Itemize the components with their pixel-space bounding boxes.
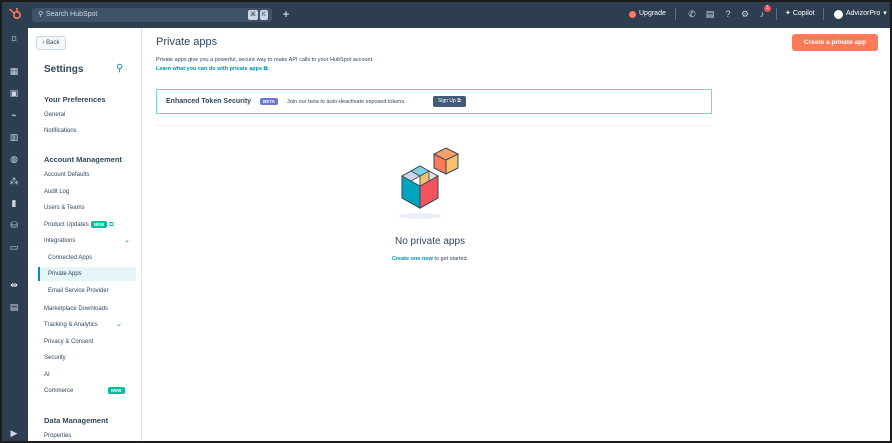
create-private-app-button[interactable]: Create a private app: [792, 34, 878, 51]
reports-icon[interactable]: ▮: [7, 196, 21, 210]
global-search-input[interactable]: ⚲ Search HubSpot ⌘ K: [32, 8, 272, 22]
empty-state-illustration: [398, 147, 459, 219]
learn-more-text: Learn what you can do with private apps: [156, 66, 263, 72]
apps-icon[interactable]: ▤: [7, 300, 21, 314]
settings-title: Settings: [44, 64, 84, 75]
help-icon[interactable]: ?: [721, 7, 735, 21]
top-navigation-bar: ⚲ Search HubSpot ⌘ K + Upgrade ✆ ▤ ? ⚙ ♪…: [0, 0, 892, 28]
new-badge: NEW: [108, 387, 125, 394]
marketplace-icon[interactable]: ▤: [703, 7, 717, 21]
banner-text: Join our beta to auto-deactivate exposed…: [287, 99, 406, 105]
external-link-icon: ⧉: [109, 222, 114, 228]
sidebar-item-product-updates[interactable]: Product Updates NEW ⧉: [44, 218, 136, 232]
data-icon[interactable]: ⛁: [7, 218, 21, 232]
main-nav-rail: ⌑ ▦ ▣ ⌁ ▥ ◍ ⁂ ▮ ⛁ ▭ ⇹ ▤ ▶: [0, 28, 28, 443]
search-shortcut: ⌘ K: [247, 10, 268, 20]
create-plus-button[interactable]: +: [279, 7, 293, 21]
account-name: AdvizorPro: [846, 10, 881, 17]
sidebar-item-private-apps[interactable]: Private Apps: [38, 267, 136, 281]
sidebar-item-privacy-consent[interactable]: Privacy & Consent: [44, 335, 136, 349]
upgrade-button[interactable]: Upgrade: [629, 8, 666, 20]
k-key: K: [259, 10, 268, 20]
grid-icon[interactable]: ▦: [7, 64, 21, 78]
sidebar-item-integrations[interactable]: Integrations ⌄: [44, 234, 136, 248]
product-updates-label: Product Updates: [44, 222, 89, 228]
bookmark-icon[interactable]: ⌑: [7, 32, 21, 46]
divider: [675, 8, 676, 20]
commerce-label: Commerce: [44, 388, 74, 394]
search-icon[interactable]: ⚲: [116, 63, 123, 74]
token-security-banner: Enhanced Token Security BETA Join our be…: [156, 89, 712, 114]
automation-icon[interactable]: ⁂: [7, 174, 21, 188]
service-icon[interactable]: ◍: [7, 152, 21, 166]
sidebar-item-ai[interactable]: AI: [44, 368, 136, 382]
sidebar-item-security[interactable]: Security: [44, 351, 136, 365]
sidebar-item-account-defaults[interactable]: Account Defaults: [44, 168, 136, 182]
collapse-icon[interactable]: ▶: [7, 426, 21, 440]
search-placeholder: Search HubSpot: [46, 11, 98, 18]
chevron-down-icon: ⌄: [124, 237, 130, 244]
main-content: Private apps Create a private app Privat…: [142, 28, 892, 443]
content-icon[interactable]: ▥: [7, 130, 21, 144]
settings-gear-icon[interactable]: ⚙: [738, 7, 752, 21]
sidebar-item-audit-log[interactable]: Audit Log: [44, 185, 136, 199]
empty-suffix: to get started.: [432, 256, 469, 262]
expand-icon[interactable]: ⇹: [7, 278, 21, 292]
sidebar-item-users-teams[interactable]: Users & Teams: [44, 201, 136, 215]
notification-count-badge: 1: [764, 5, 771, 12]
section-data-management: Data Management: [44, 416, 109, 425]
sidebar-item-email-service-provider[interactable]: Email Service Provider: [48, 284, 136, 298]
avatar: [834, 9, 843, 19]
empty-state-subtitle: Create one now to get started.: [142, 256, 718, 262]
tracking-label: Tracking & Analytics: [44, 322, 98, 328]
copilot-label: Copilot: [792, 10, 815, 17]
sidebar-item-commerce[interactable]: Commerce NEW: [44, 384, 136, 398]
sign-up-button[interactable]: Sign Up ⧉: [433, 96, 466, 107]
sidebar-item-general[interactable]: General: [44, 108, 136, 122]
library-icon[interactable]: ▭: [7, 240, 21, 254]
chevron-down-icon: ⌄: [116, 321, 122, 328]
contacts-icon[interactable]: ▣: [7, 86, 21, 100]
chevron-down-icon: ▾: [883, 10, 887, 17]
divider: [776, 8, 777, 20]
beta-badge: BETA: [260, 98, 278, 105]
external-link-icon: ⧉: [457, 98, 461, 104]
create-one-now-link[interactable]: Create one now: [392, 256, 433, 262]
cmd-key: ⌘: [247, 10, 258, 20]
upgrade-label: Upgrade: [639, 10, 666, 17]
copilot-button[interactable]: ✦ Copilot: [785, 8, 815, 20]
upgrade-icon: [629, 10, 636, 18]
section-account-management: Account Management: [44, 155, 122, 164]
sidebar-item-connected-apps[interactable]: Connected Apps: [48, 251, 136, 265]
learn-suffix: .: [267, 66, 270, 72]
divider: [823, 8, 824, 20]
empty-state-title: No private apps: [394, 236, 466, 247]
sign-up-label: Sign Up: [438, 98, 456, 104]
sidebar-item-notifications[interactable]: Notifications: [44, 124, 136, 138]
sidebar-item-marketplace-downloads[interactable]: Marketplace Downloads: [44, 302, 136, 316]
new-badge: NEW: [90, 220, 108, 228]
search-icon: ⚲: [38, 11, 44, 18]
settings-sidebar: ‹ Back Settings ⚲ Your Preferences Gener…: [28, 28, 142, 443]
marketing-icon[interactable]: ⌁: [7, 108, 21, 122]
divider: [156, 125, 712, 126]
hubspot-logo-icon[interactable]: [8, 7, 22, 21]
sidebar-item-properties[interactable]: Properties: [44, 429, 136, 443]
sidebar-item-tracking-analytics[interactable]: Tracking & Analytics ⌄: [44, 318, 136, 332]
account-menu[interactable]: AdvizorPro ▾: [834, 8, 887, 20]
banner-title: Enhanced Token Security: [166, 98, 252, 105]
integrations-label: Integrations: [44, 238, 76, 244]
page-description: Private apps give you a powerful, secure…: [156, 57, 374, 63]
learn-more-link[interactable]: Learn what you can do with private apps …: [156, 65, 269, 74]
section-your-preferences: Your Preferences: [44, 95, 106, 104]
page-title: Private apps: [156, 36, 218, 48]
back-label: Back: [46, 40, 60, 46]
back-button[interactable]: ‹ Back: [36, 36, 66, 50]
calling-icon[interactable]: ✆: [685, 7, 699, 21]
